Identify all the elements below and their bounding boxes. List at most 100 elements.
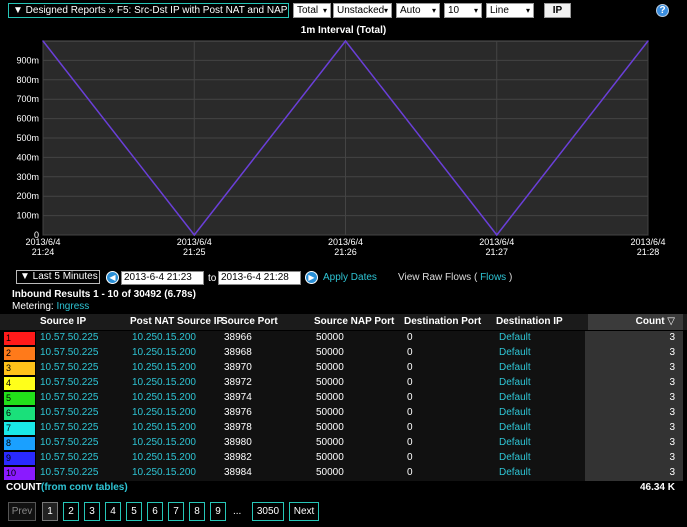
cell-destination-port: 0 — [407, 452, 413, 463]
col-source-ip[interactable]: Source IP — [40, 316, 86, 327]
page-7-button[interactable]: 7 — [168, 502, 184, 521]
cell-destination-ip[interactable]: Default — [499, 377, 531, 388]
count-cell-background — [585, 451, 683, 466]
page-1-button[interactable]: 1 — [42, 502, 58, 521]
time-range-dropdown[interactable]: ▼ Last 5 Minutes — [16, 270, 100, 284]
metering-ingress-link[interactable]: Ingress — [56, 301, 89, 312]
report-title-dropdown[interactable]: ▼ Designed Reports » F5: Src-Dst IP with… — [8, 3, 289, 18]
view-raw-flows: View Raw Flows ( Flows ) — [398, 272, 512, 283]
cell-destination-ip[interactable]: Default — [499, 452, 531, 463]
cell-count: 3 — [669, 407, 675, 418]
page-9-button[interactable]: 9 — [210, 502, 226, 521]
cell-post-nat-source-ip[interactable]: 10.250.15.200 — [132, 362, 196, 373]
cell-post-nat-source-ip[interactable]: 10.250.15.200 — [132, 392, 196, 403]
cell-post-nat-source-ip[interactable]: 10.250.15.200 — [132, 437, 196, 448]
col-destination-port[interactable]: Destination Port — [404, 316, 481, 327]
top-n-select[interactable]: 10 ▾ — [444, 3, 482, 18]
cell-source-port: 38976 — [224, 407, 252, 418]
page-last-button[interactable]: 3050 — [252, 502, 284, 521]
next-page-button[interactable]: Next — [289, 502, 319, 521]
cell-destination-ip[interactable]: Default — [499, 347, 531, 358]
cell-source-nap-port: 50000 — [316, 392, 344, 403]
cell-count: 3 — [669, 392, 675, 403]
cell-source-ip[interactable]: 10.57.50.225 — [40, 332, 98, 343]
cell-destination-port: 0 — [407, 362, 413, 373]
series-color-swatch: 9 — [4, 452, 35, 465]
cell-post-nat-source-ip[interactable]: 10.250.15.200 — [132, 407, 196, 418]
col-post-nat-source-ip[interactable]: Post NAT Source IP — [130, 316, 223, 327]
stack-select[interactable]: Unstacked ▾ — [333, 3, 392, 18]
cell-destination-ip[interactable]: Default — [499, 362, 531, 373]
count-label: COUNT — [6, 482, 42, 493]
prev-page-button[interactable]: Prev — [8, 502, 36, 521]
col-count-sort[interactable]: Count ▽ — [636, 316, 675, 327]
raw-flows-prefix: View Raw Flows ( — [398, 272, 478, 283]
chart-type-select[interactable]: Line ▾ — [486, 3, 534, 18]
data-point — [647, 40, 649, 42]
y-tick-label: 500m — [16, 133, 39, 143]
cell-source-ip[interactable]: 10.57.50.225 — [40, 467, 98, 478]
metering-label: Metering: — [12, 301, 54, 312]
data-point — [193, 234, 196, 236]
page-8-button[interactable]: 8 — [189, 502, 205, 521]
cell-post-nat-source-ip[interactable]: 10.250.15.200 — [132, 332, 196, 343]
cell-source-ip[interactable]: 10.57.50.225 — [40, 437, 98, 448]
count-cell-background — [585, 421, 683, 436]
col-destination-ip[interactable]: Destination IP — [496, 316, 563, 327]
cell-source-ip[interactable]: 10.57.50.225 — [40, 452, 98, 463]
raw-flows-suffix: ) — [508, 272, 513, 283]
row-number: 7 — [6, 423, 12, 433]
forward-arrow-icon[interactable]: ▶ — [305, 271, 318, 284]
stack-select-value: Unstacked — [337, 5, 385, 16]
cell-count: 3 — [669, 377, 675, 388]
apply-dates-link[interactable]: Apply Dates — [323, 272, 377, 283]
cell-count: 3 — [669, 437, 675, 448]
y-tick-label: 300m — [16, 172, 39, 182]
cell-count: 3 — [669, 422, 675, 433]
ip-button[interactable]: IP — [544, 3, 571, 18]
cell-destination-ip[interactable]: Default — [499, 467, 531, 478]
cell-source-ip[interactable]: 10.57.50.225 — [40, 422, 98, 433]
cell-destination-ip[interactable]: Default — [499, 422, 531, 433]
table-row: 8 10.57.50.225 10.250.15.200 38980 50000 0 Def… — [0, 436, 687, 451]
cell-destination-ip[interactable]: Default — [499, 407, 531, 418]
cell-destination-port: 0 — [407, 422, 413, 433]
from-date-input[interactable]: 2013-6-4 21:23 — [121, 271, 204, 285]
back-arrow-icon[interactable]: ◀ — [106, 271, 119, 284]
cell-source-ip[interactable]: 10.57.50.225 — [40, 377, 98, 388]
cell-post-nat-source-ip[interactable]: 10.250.15.200 — [132, 377, 196, 388]
cell-destination-port: 0 — [407, 407, 413, 418]
cell-source-ip[interactable]: 10.57.50.225 — [40, 362, 98, 373]
interval-select[interactable]: Auto ▾ — [396, 3, 440, 18]
cell-post-nat-source-ip[interactable]: 10.250.15.200 — [132, 467, 196, 478]
aggregate-select[interactable]: Total ▾ — [293, 3, 331, 18]
cell-post-nat-source-ip[interactable]: 10.250.15.200 — [132, 422, 196, 433]
cell-post-nat-source-ip[interactable]: 10.250.15.200 — [132, 347, 196, 358]
cell-source-ip[interactable]: 10.57.50.225 — [40, 347, 98, 358]
pagination-ellipsis: ... — [233, 506, 242, 517]
cell-destination-ip[interactable]: Default — [499, 332, 531, 343]
cell-source-ip[interactable]: 10.57.50.225 — [40, 407, 98, 418]
flows-link[interactable]: Flows — [480, 272, 506, 283]
cell-destination-ip[interactable]: Default — [499, 437, 531, 448]
cell-destination-ip[interactable]: Default — [499, 392, 531, 403]
to-date-input[interactable]: 2013-6-4 21:28 — [218, 271, 301, 285]
cell-source-nap-port: 50000 — [316, 332, 344, 343]
cell-source-port: 38974 — [224, 392, 252, 403]
page-3-button[interactable]: 3 — [84, 502, 100, 521]
cell-source-ip[interactable]: 10.57.50.225 — [40, 392, 98, 403]
help-icon[interactable]: ? — [656, 4, 669, 17]
page-6-button[interactable]: 6 — [147, 502, 163, 521]
col-source-nap-port[interactable]: Source NAP Port — [314, 316, 394, 327]
cell-post-nat-source-ip[interactable]: 10.250.15.200 — [132, 452, 196, 463]
cell-count: 3 — [669, 467, 675, 478]
page-2-button[interactable]: 2 — [63, 502, 79, 521]
cell-source-port: 38984 — [224, 467, 252, 478]
col-source-port[interactable]: Source Port — [221, 316, 278, 327]
cell-source-port: 38970 — [224, 362, 252, 373]
cell-source-nap-port: 50000 — [316, 437, 344, 448]
page-5-button[interactable]: 5 — [126, 502, 142, 521]
page-4-button[interactable]: 4 — [105, 502, 121, 521]
count-cell-background — [585, 346, 683, 361]
count-summary-row: COUNT (from conv tables) 46.34 K — [0, 480, 687, 496]
